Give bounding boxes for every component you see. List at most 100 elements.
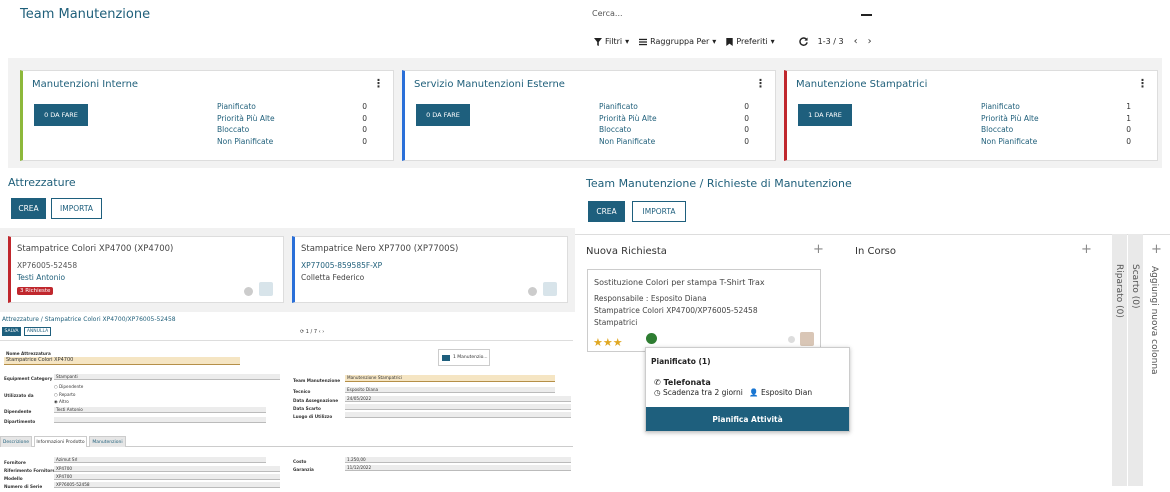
team-card[interactable]: Manutenzione Stampatrici ⋮ 1 DA FARE Pia…	[784, 70, 1158, 161]
stat-row[interactable]: Non Pianificate 0	[217, 137, 367, 149]
maintenance-smart-button[interactable]: 1 Manutenzio...	[438, 349, 490, 366]
smart-icon	[442, 354, 450, 361]
team-select[interactable]: Manutenzione Stampatrici	[345, 375, 555, 382]
employee-select[interactable]: Testi Antonio	[54, 407, 266, 413]
favorites-button[interactable]: Preferiti ▾	[726, 37, 775, 46]
pager-value: 1-3 / 3	[817, 37, 844, 46]
pager-previous-button[interactable]: ‹	[854, 36, 858, 47]
folded-column-scrap[interactable]: Scarto (0)	[1128, 234, 1143, 486]
kebab-menu-icon[interactable]: ⋮	[755, 77, 766, 90]
folded-column-repaired[interactable]: Riparato (0)	[1112, 234, 1127, 486]
stat-row[interactable]: Pianificato 0	[599, 102, 749, 114]
used-by-label: Utilizzato da	[4, 393, 34, 398]
team-card[interactable]: Manutenzioni Interne ⋮ 0 DA FARE Pianifi…	[20, 70, 394, 161]
team-stats: Pianificato 0 Priorità Più Alte 0 Bloccato…	[599, 102, 749, 148]
refresh-icon	[798, 37, 808, 46]
add-column-label[interactable]: Aggiungi nuova colonna	[1149, 266, 1159, 375]
serial-label: Numero di Serie	[4, 484, 43, 489]
requests-breadcrumb: Team Manutenzione / Richieste di Manuten…	[586, 177, 852, 190]
warranty-input[interactable]: 11/12/2022	[345, 465, 571, 471]
priority-stars[interactable]: ★★★	[593, 331, 623, 350]
stat-row[interactable]: Priorità Più Alte 1	[981, 114, 1131, 126]
column-title-new[interactable]: Nuova Richiesta	[586, 246, 667, 257]
discard-button[interactable]: ANNULLA	[24, 327, 51, 336]
control-panel: Filtri ▾ Raggruppa Per ▾ Preferiti ▾ 1-3 / …	[594, 36, 872, 47]
model-input[interactable]: XP4700	[54, 474, 280, 480]
stat-row[interactable]: Bloccato 0	[217, 125, 367, 137]
cost-input[interactable]: 1.250,00	[345, 457, 571, 463]
vendor-ref-input[interactable]: XP4700	[54, 466, 280, 472]
add-column-icon[interactable]: +	[1151, 242, 1162, 257]
team-stats: Pianificato 0 Priorità Più Alte 0 Bloccato…	[217, 102, 367, 148]
stat-row[interactable]: Non Pianificate 0	[599, 137, 749, 149]
bookmark-icon	[726, 37, 734, 46]
stat-row[interactable]: Priorità Più Alte 0	[599, 114, 749, 126]
activity-popover: Pianificato (1) ✆ Telefonata ◷ Scadenza …	[645, 347, 850, 432]
department-select[interactable]	[54, 417, 266, 423]
stat-row[interactable]: Bloccato 0	[599, 125, 749, 137]
group-by-button[interactable]: Raggruppa Per ▾	[639, 37, 716, 46]
tab-maintenance[interactable]: Manutenzioni	[89, 436, 126, 447]
tech-select[interactable]: Esposito Diana	[345, 387, 555, 393]
request-card[interactable]: Sostituzione Colori per stampa T-Shirt T…	[587, 269, 821, 352]
breadcrumb-current: Richieste di Manutenzione	[706, 177, 852, 190]
request-title: Sostituzione Colori per stampa T-Shirt T…	[594, 278, 765, 287]
vendor-select[interactable]: Azimut Srl	[54, 457, 266, 463]
name-label: Nome Attrezzatura	[6, 351, 51, 356]
import-request-button[interactable]: IMPORTA	[632, 201, 686, 222]
stat-row[interactable]: Non Pianificate 0	[981, 137, 1131, 149]
breadcrumb[interactable]: Attrezzature / Stampatrice Colori XP4700…	[2, 316, 176, 323]
save-button[interactable]: SALVA	[2, 327, 21, 336]
stat-row[interactable]: Pianificato 0	[217, 102, 367, 114]
clock-icon[interactable]	[528, 287, 537, 296]
equipment-card[interactable]: Stampatrice Colori XP4700 (XP4700) XP760…	[8, 236, 284, 303]
team-card[interactable]: Servizio Manutenzioni Esterne ⋮ 0 DA FAR…	[402, 70, 776, 161]
column-title-in-progress[interactable]: In Corso	[855, 246, 896, 257]
stat-row[interactable]: Priorità Più Alte 0	[217, 114, 367, 126]
requests-badge[interactable]: 3 Richieste	[17, 287, 54, 295]
kebab-menu-icon[interactable]: ⋮	[1137, 77, 1148, 90]
todo-button[interactable]: 0 DA FARE	[34, 104, 88, 126]
import-button[interactable]: IMPORTA	[51, 198, 102, 219]
avatar	[800, 332, 814, 346]
add-card-new-icon[interactable]: +	[813, 242, 824, 257]
vendor-ref-label: Riferimento Fornitore	[4, 468, 56, 473]
breadcrumb-parent[interactable]: Team Manutenzione /	[586, 177, 703, 190]
create-button[interactable]: CREA	[11, 198, 46, 219]
activity-clock-icon[interactable]	[646, 333, 657, 344]
todo-button[interactable]: 1 DA FARE	[798, 104, 852, 126]
category-select[interactable]: Stampanti	[54, 374, 280, 380]
schedule-activity-button[interactable]: Pianifica Attività	[646, 407, 849, 431]
list-icon	[639, 38, 648, 45]
tab-description[interactable]: Descrizione	[0, 436, 32, 447]
page-title: Team Manutenzione	[20, 7, 151, 22]
stat-row[interactable]: Pianificato 1	[981, 102, 1131, 114]
department-label: Dipartimento	[4, 419, 36, 424]
cost-label: Costo	[293, 459, 307, 464]
used-by-radio[interactable]: ○ Dipendente ○ Reparto ◉ Altro	[54, 383, 83, 406]
equipment-card[interactable]: Stampatrice Nero XP7700 (XP7700S) XP7700…	[292, 236, 568, 303]
form-pager: ⟳ 1 / 7 ‹ ›	[300, 329, 325, 335]
todo-button[interactable]: 0 DA FARE	[416, 104, 470, 126]
tab-product-info[interactable]: Informazioni Prodotto	[34, 436, 87, 447]
pager-next-button[interactable]: ›	[868, 36, 872, 47]
clock-icon[interactable]	[244, 287, 253, 296]
refresh-button[interactable]	[798, 37, 808, 46]
add-card-in-progress-icon[interactable]: +	[1081, 242, 1092, 257]
assign-date-input[interactable]: 24/05/2022	[345, 396, 571, 402]
location-input[interactable]	[345, 412, 571, 418]
search-input[interactable]: Cerca...	[592, 9, 877, 23]
create-request-button[interactable]: CREA	[588, 201, 625, 222]
clock-icon: ◷	[654, 388, 661, 397]
category-label: Equipment Category	[4, 376, 53, 381]
stat-row[interactable]: Bloccato 0	[981, 125, 1131, 137]
filters-button[interactable]: Filtri ▾	[594, 37, 629, 46]
employee-label: Dipendente	[4, 409, 32, 414]
status-dot[interactable]	[788, 336, 795, 343]
name-input[interactable]: Stampatrice Colori XP4700	[4, 357, 240, 365]
minus-icon[interactable]	[861, 14, 872, 16]
activity-item[interactable]: ✆ Telefonata	[654, 378, 711, 387]
kebab-menu-icon[interactable]: ⋮	[373, 77, 384, 90]
serial-input[interactable]: XP76005-52458	[54, 482, 280, 488]
scrap-date-input[interactable]	[345, 404, 571, 410]
